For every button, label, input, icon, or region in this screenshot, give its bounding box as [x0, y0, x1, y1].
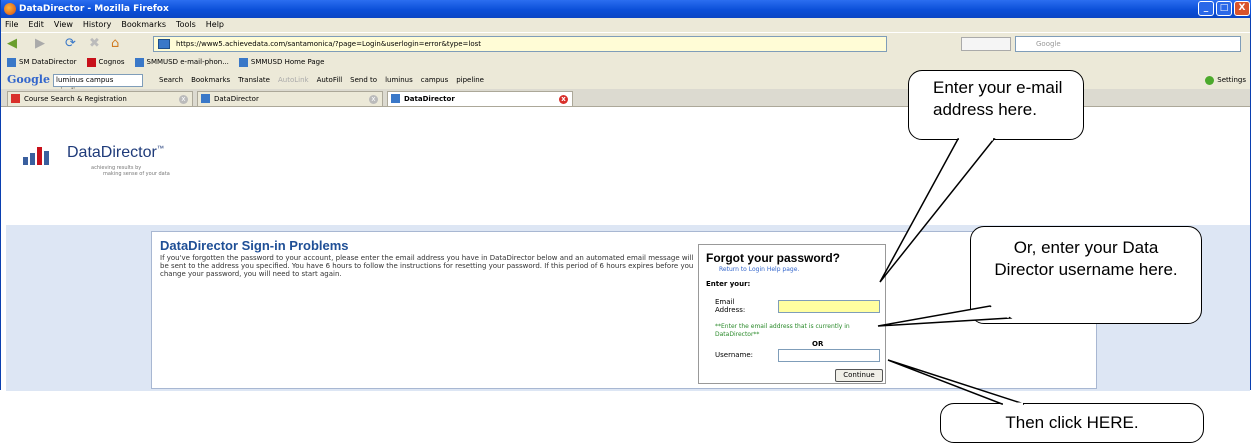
- back-icon[interactable]: ◀: [7, 35, 17, 52]
- firefox-icon: [4, 3, 16, 15]
- google-luminus-button[interactable]: luminus: [385, 71, 413, 89]
- minimize-button[interactable]: _: [1198, 1, 1214, 16]
- menu-history[interactable]: History: [83, 18, 111, 32]
- bookmark-icon: [134, 58, 144, 67]
- title-bar: DataDirector - Mozilla Firefox _ □ X: [1, 0, 1251, 18]
- url-bar[interactable]: https://www5.achievedata.com/santamonica…: [153, 36, 887, 52]
- username-label: Username:: [715, 351, 754, 359]
- google-toolbar-items: Search Bookmarks Translate AutoLink Auto…: [159, 71, 484, 89]
- menu-file[interactable]: File: [5, 18, 18, 32]
- google-search-input[interactable]: luminus campus pipeline: [53, 74, 143, 95]
- google-autofill-button[interactable]: AutoFill: [317, 71, 343, 89]
- go-button[interactable]: [961, 37, 1011, 51]
- search-placeholder: Google: [1036, 40, 1061, 48]
- continue-callout: Then click HERE.: [940, 403, 1204, 443]
- bookmark-label: Cognos: [98, 58, 125, 66]
- google-bookmarks-button[interactable]: Bookmarks: [191, 71, 230, 89]
- navigation-toolbar: ◀ ▶ ⟳ ✖ ⌂ https://www5.achievedata.com/s…: [1, 32, 1250, 54]
- bookmark-cognos[interactable]: Cognos: [86, 54, 125, 71]
- tagline-line-2: making sense of your data: [103, 171, 170, 177]
- tab-label: DataDirector: [404, 95, 455, 103]
- bookmark-sm-datadirector[interactable]: SM DataDirector: [7, 54, 77, 71]
- logo-tm: ™: [156, 145, 164, 153]
- tab-label: DataDirector: [214, 95, 259, 103]
- google-campus-button[interactable]: campus: [421, 71, 448, 89]
- google-settings-button[interactable]: Settings: [1205, 71, 1246, 89]
- bookmark-smmusd-home[interactable]: SMMUSD Home Page: [238, 54, 325, 71]
- google-translate-button[interactable]: Translate: [238, 71, 270, 89]
- return-link[interactable]: Return to Login Help page.: [719, 266, 799, 273]
- tab-close-icon[interactable]: x: [369, 95, 378, 104]
- menu-help[interactable]: Help: [206, 18, 224, 32]
- continue-button[interactable]: Continue: [835, 369, 883, 382]
- enter-your-label: Enter your:: [706, 280, 751, 288]
- site-favicon-icon: [158, 39, 170, 49]
- google-sendto-button[interactable]: Send to: [350, 71, 377, 89]
- page-title: DataDirector Sign-in Problems: [160, 238, 349, 253]
- menu-view[interactable]: View: [54, 18, 73, 32]
- reload-icon[interactable]: ⟳: [65, 35, 76, 52]
- username-callout-text: Or, enter your Data Director username he…: [994, 238, 1178, 279]
- bookmark-icon: [238, 58, 248, 67]
- username-input[interactable]: [778, 349, 880, 362]
- google-logo: Google: [7, 73, 50, 86]
- email-label: Email Address:: [715, 298, 746, 314]
- instructions-text: If you've forgotten the password to your…: [160, 254, 694, 278]
- close-button[interactable]: X: [1234, 1, 1250, 16]
- logo-name: DataDirector: [67, 144, 157, 161]
- tab-favicon-icon: [11, 94, 20, 103]
- menu-edit[interactable]: Edit: [28, 18, 44, 32]
- email-input[interactable]: [778, 300, 880, 313]
- email-note: **Enter the email address that is curren…: [715, 323, 850, 338]
- tab-datadirector-active[interactable]: DataDirector x: [387, 91, 573, 106]
- tab-close-icon[interactable]: x: [559, 95, 568, 104]
- google-pipeline-button[interactable]: pipeline: [456, 71, 484, 89]
- forgot-password-form: Forgot your password? Return to Login He…: [698, 244, 886, 384]
- bookmark-icon: [86, 58, 96, 67]
- bookmark-label: SMMUSD Home Page: [250, 58, 325, 66]
- stop-icon[interactable]: ✖: [89, 35, 100, 52]
- form-heading: Forgot your password?: [706, 251, 841, 265]
- logo-tagline: achieving results by making sense of you…: [91, 165, 170, 177]
- tab-label: Course Search & Registration: [24, 95, 127, 103]
- browser-window: DataDirector - Mozilla Firefox _ □ X Fil…: [0, 0, 1251, 391]
- google-search-button[interactable]: Search: [159, 71, 183, 89]
- bookmarks-toolbar: SM DataDirector Cognos SMMUSD e-mail-pho…: [1, 54, 1250, 71]
- tab-close-icon[interactable]: x: [179, 95, 188, 104]
- menu-bar: File Edit View History Bookmarks Tools H…: [1, 18, 1250, 32]
- tab-course-search[interactable]: Course Search & Registration x: [7, 91, 193, 106]
- tab-favicon-icon: [391, 94, 400, 103]
- url-text: https://www5.achievedata.com/santamonica…: [176, 40, 482, 48]
- email-callout: Enter your e-mail address here.: [908, 70, 1084, 140]
- bookmark-smmusd-email[interactable]: SMMUSD e-mail-phon...: [134, 54, 229, 71]
- window-controls: _ □ X: [1198, 1, 1250, 16]
- menu-bookmarks[interactable]: Bookmarks: [121, 18, 166, 32]
- datadirector-logo-icon: [23, 147, 53, 165]
- tab-favicon-icon: [201, 94, 210, 103]
- home-icon[interactable]: ⌂: [111, 35, 119, 52]
- menu-tools[interactable]: Tools: [176, 18, 196, 32]
- username-callout: Or, enter your Data Director username he…: [970, 226, 1202, 324]
- or-label: OR: [812, 340, 824, 348]
- bookmark-label: SM DataDirector: [19, 58, 77, 66]
- google-autolink-button[interactable]: AutoLink: [278, 71, 309, 89]
- settings-icon: [1205, 75, 1215, 85]
- maximize-button[interactable]: □: [1216, 1, 1232, 16]
- window-title: DataDirector - Mozilla Firefox: [19, 4, 169, 14]
- forward-icon[interactable]: ▶: [35, 35, 45, 52]
- bookmark-label: SMMUSD e-mail-phon...: [146, 58, 229, 66]
- search-input[interactable]: Google: [1015, 36, 1241, 52]
- tab-datadirector-1[interactable]: DataDirector x: [197, 91, 383, 106]
- signin-problems-panel: DataDirector Sign-in Problems If you've …: [151, 231, 1097, 389]
- logo-text: DataDirector™: [67, 144, 164, 162]
- bookmark-icon: [7, 58, 16, 67]
- settings-label: Settings: [1217, 76, 1246, 84]
